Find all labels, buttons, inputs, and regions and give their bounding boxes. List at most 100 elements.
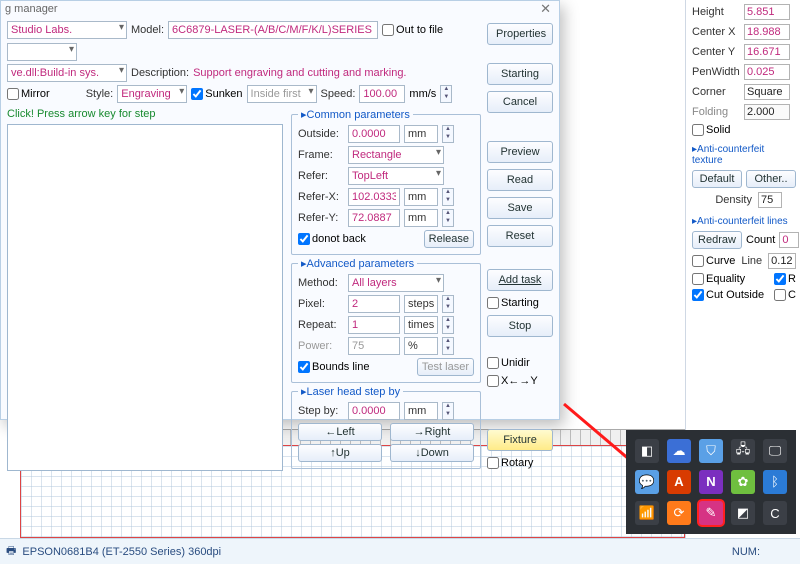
cutoutside-label: Cut Outside — [706, 289, 764, 301]
bounds-line-label: Bounds line — [312, 361, 370, 373]
vendor-select[interactable] — [7, 21, 127, 39]
close-icon[interactable]: ✕ — [536, 1, 555, 17]
starting-check[interactable]: Starting — [487, 297, 553, 309]
cancel-button[interactable]: Cancel — [487, 91, 553, 113]
prop-centerx-input[interactable] — [744, 24, 790, 40]
tray-icon-c[interactable]: C — [763, 501, 787, 525]
outside-spinner[interactable]: ▲▼ — [442, 125, 454, 143]
repeat-input[interactable] — [348, 316, 400, 334]
preview-hint: Click! Press arrow key for step — [7, 106, 283, 122]
right-button[interactable]: →Right — [390, 423, 474, 441]
bounds-line-check[interactable]: Bounds line — [298, 361, 370, 373]
default-button[interactable]: Default — [692, 170, 742, 188]
tray-icon-monitor[interactable]: 🖵 — [763, 439, 787, 463]
tray-icon-wifi[interactable]: 📶 — [635, 501, 659, 525]
stepby-input[interactable] — [348, 402, 400, 420]
tray-icon-network[interactable]: 🖧 — [731, 439, 755, 463]
dialog-titlebar[interactable]: g manager ✕ — [1, 1, 559, 17]
redraw-button[interactable]: Redraw — [692, 231, 742, 249]
frame-select[interactable] — [348, 146, 444, 164]
up-button[interactable]: ↑Up — [298, 444, 382, 462]
starting-button[interactable]: Starting — [487, 63, 553, 85]
tray-icon-bluetooth[interactable]: ᛒ — [763, 470, 787, 494]
left-button[interactable]: ←Left — [298, 423, 382, 441]
preview-button[interactable]: Preview — [487, 141, 553, 163]
status-bar: 🖶 EPSON0681B4 (ET-2550 Series) 360dpi NU… — [0, 538, 800, 564]
outside-input[interactable] — [348, 125, 400, 143]
c-check[interactable]: C — [774, 289, 796, 301]
sunken-check[interactable]: Sunken — [191, 88, 242, 100]
add-task-button[interactable]: Add task — [487, 269, 553, 291]
prop-corner-select[interactable] — [744, 84, 790, 100]
prop-penwidth-input[interactable] — [744, 64, 790, 80]
count-input[interactable] — [779, 232, 799, 248]
refery-input[interactable] — [348, 209, 400, 227]
tray-icon-adobe[interactable]: A — [667, 470, 691, 494]
manager-dialog: g manager ✕ Model: Out to file Descripti… — [0, 0, 560, 420]
repeat-spinner[interactable]: ▲▼ — [442, 316, 454, 334]
tray-icon-onenote[interactable]: N — [699, 470, 723, 494]
fixture-button[interactable]: Fixture — [487, 429, 553, 451]
tray-icon-generic-2[interactable]: ◩ — [731, 501, 755, 525]
save-button[interactable]: Save — [487, 197, 553, 219]
prop-solid-check[interactable]: Solid — [692, 124, 796, 136]
pixel-spinner[interactable]: ▲▼ — [442, 295, 454, 313]
section-ac-lines[interactable]: Anti-counterfeit lines — [692, 216, 796, 227]
refery-spinner[interactable]: ▲▼ — [442, 209, 454, 227]
referx-input[interactable] — [348, 188, 400, 206]
refer-select[interactable] — [348, 167, 444, 185]
cutoutside-check[interactable]: Cut Outside — [692, 289, 764, 301]
tray-icon-cloud[interactable]: ☁ — [667, 439, 691, 463]
tray-icon-shield[interactable]: ⛉ — [699, 439, 723, 463]
equality-check[interactable]: Equality — [692, 273, 745, 285]
dialog-title: g manager — [5, 3, 58, 15]
unidir-check[interactable]: Unidir — [487, 357, 553, 369]
printer-icon: 🖶 — [6, 542, 16, 561]
power-label: Power: — [298, 340, 344, 352]
tray-icon-chat[interactable]: 💬 — [635, 470, 659, 494]
model-input[interactable] — [168, 21, 378, 39]
other-button[interactable]: Other.. — [746, 170, 796, 188]
section-ac-texture[interactable]: Anti-counterfeit texture — [692, 144, 796, 166]
speed-input[interactable] — [359, 85, 405, 103]
power-spinner: ▲▼ — [442, 337, 454, 355]
read-button[interactable]: Read — [487, 169, 553, 191]
preview-canvas[interactable] — [7, 124, 283, 471]
r-check[interactable]: R — [774, 273, 796, 285]
tray-icon-highlighted-app[interactable]: ✎ — [699, 501, 723, 525]
mirror-check[interactable]: Mirror — [7, 88, 50, 100]
style-select[interactable] — [117, 85, 187, 103]
xtoy-check[interactable]: X←→Y — [487, 375, 553, 387]
prop-height-input[interactable] — [744, 4, 790, 20]
pixel-input[interactable] — [348, 295, 400, 313]
out-to-file-select[interactable] — [7, 43, 77, 61]
sunken-label: Sunken — [205, 88, 242, 100]
rotary-check[interactable]: Rotary — [487, 457, 553, 469]
refery-unit — [404, 209, 438, 227]
donot-back-check[interactable]: donot back — [298, 233, 366, 245]
description-value: Support engraving and cutting and markin… — [193, 67, 406, 79]
repeat-label: Repeat: — [298, 319, 344, 331]
outside-label: Outside: — [298, 128, 344, 140]
speed-spinner[interactable]: ▲▼ — [440, 85, 452, 103]
prop-centery-input[interactable] — [744, 44, 790, 60]
tray-icon-sync[interactable]: ⟳ — [667, 501, 691, 525]
reset-button[interactable]: Reset — [487, 225, 553, 247]
density-input[interactable] — [758, 192, 782, 208]
line-input[interactable] — [768, 253, 796, 269]
outside-unit — [404, 125, 438, 143]
release-button[interactable]: Release — [424, 230, 474, 248]
properties-button[interactable]: Properties — [487, 23, 553, 45]
tray-icon-generic-1[interactable]: ◧ — [635, 439, 659, 463]
curve-check[interactable]: Curve — [692, 255, 735, 267]
rotary-label: Rotary — [501, 457, 533, 469]
stepby-spinner[interactable]: ▲▼ — [442, 402, 454, 420]
down-button[interactable]: ↓Down — [390, 444, 474, 462]
tray-icon-leaf[interactable]: ✿ — [731, 470, 755, 494]
method-select[interactable] — [348, 274, 444, 292]
stop-button[interactable]: Stop — [487, 315, 553, 337]
prop-solid-label: Solid — [706, 124, 730, 136]
out-to-file-check[interactable]: Out to file — [382, 24, 443, 36]
referx-spinner[interactable]: ▲▼ — [442, 188, 454, 206]
driver-select[interactable] — [7, 64, 127, 82]
